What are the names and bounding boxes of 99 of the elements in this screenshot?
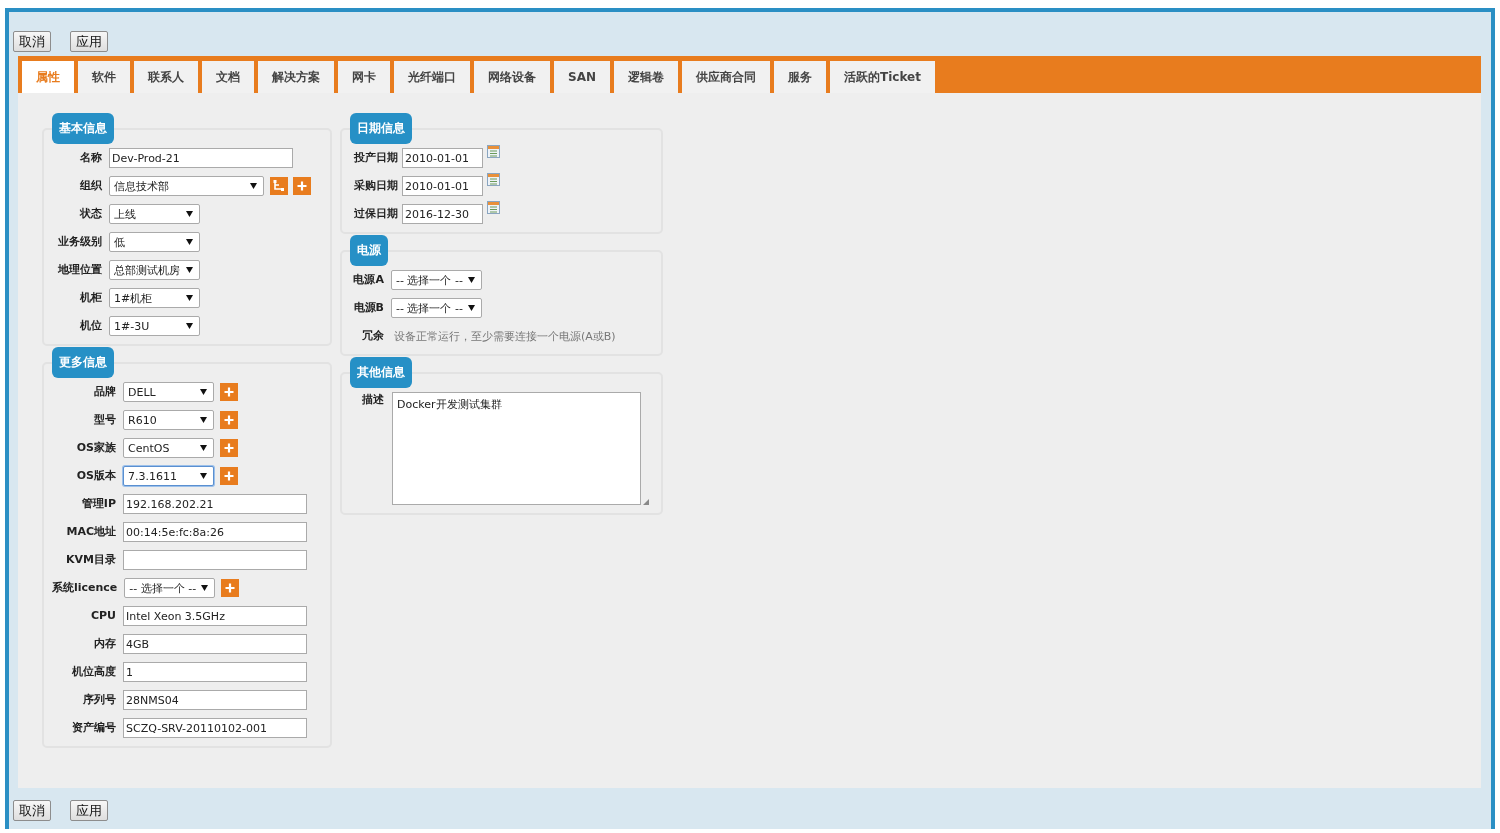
dropdown[interactable]: 总部测试机房 <box>109 260 200 280</box>
field-label: 系统licence <box>52 580 118 596</box>
field-label: 采购日期 <box>353 178 398 194</box>
cancel-button[interactable]: 取消 <box>13 31 51 52</box>
dropdown[interactable]: 7.3.1611 <box>123 466 214 486</box>
add-icon[interactable] <box>220 411 238 429</box>
field-label: 型号 <box>93 412 116 428</box>
dropdown[interactable]: 信息技术部 <box>109 176 264 196</box>
tab[interactable]: 光纤端口 <box>394 61 470 93</box>
calendar-icon[interactable] <box>487 201 500 214</box>
tab[interactable]: 网络设备 <box>474 61 550 93</box>
dropdown[interactable]: DELL <box>123 382 214 402</box>
dropdown-caret-icon <box>200 445 207 451</box>
dropdown[interactable]: 1#机柜 <box>109 288 200 308</box>
field-label: 机位高度 <box>71 664 116 680</box>
dropdown[interactable]: -- 选择一个 -- <box>391 270 482 290</box>
tab[interactable]: 逻辑卷 <box>614 61 678 93</box>
dropdown[interactable]: 低 <box>109 232 200 252</box>
dropdown[interactable]: 1#-3U <box>109 316 200 336</box>
tab[interactable]: 服务 <box>774 61 826 93</box>
redundancy-note: 设备正常运行，至少需要连接一个电源(A或B) <box>394 328 616 344</box>
field-label: 投产日期 <box>353 150 398 166</box>
tab[interactable]: 网卡 <box>338 61 390 93</box>
tab[interactable]: SAN <box>554 61 610 93</box>
resize-grip-icon[interactable] <box>643 499 649 505</box>
text-field[interactable]: Dev-Prod-21 <box>109 148 293 168</box>
text-field[interactable]: SCZQ-SRV-20110102-001 <box>123 718 307 738</box>
section-title: 电源 <box>350 235 388 266</box>
dropdown-caret-icon <box>186 239 193 245</box>
field-label: MAC地址 <box>65 524 116 540</box>
field-label: 品牌 <box>93 384 116 400</box>
field-label: OS版本 <box>75 468 116 484</box>
dropdown[interactable]: 上线 <box>109 204 200 224</box>
dropdown[interactable]: CentOS <box>123 438 214 458</box>
section-title: 日期信息 <box>350 113 412 144</box>
add-icon[interactable] <box>220 467 238 485</box>
tab[interactable]: 供应商合同 <box>682 61 770 93</box>
section-title: 基本信息 <box>52 113 114 144</box>
dropdown-caret-icon <box>200 389 207 395</box>
field-label: 电源B <box>352 300 384 316</box>
field-label: 资产编号 <box>71 720 116 736</box>
apply-button[interactable]: 应用 <box>70 800 108 821</box>
field-label: 管理IP <box>80 496 116 512</box>
field-label: 描述 <box>361 392 384 408</box>
dropdown-caret-icon <box>186 211 193 217</box>
text-field[interactable] <box>123 550 307 570</box>
field-label: KVM目录 <box>65 552 116 568</box>
text-field[interactable]: 28NMS04 <box>123 690 307 710</box>
cancel-button[interactable]: 取消 <box>13 800 51 821</box>
date-field[interactable]: 2016-12-30 <box>402 204 483 224</box>
text-field[interactable]: Intel Xeon 3.5GHz <box>123 606 307 626</box>
text-field[interactable]: 1 <box>123 662 307 682</box>
dropdown-caret-icon <box>468 305 475 311</box>
description-field[interactable]: Docker开发测试集群 <box>392 392 641 505</box>
field-label: 过保日期 <box>353 206 398 222</box>
dropdown-caret-icon <box>200 417 207 423</box>
field-label: 电源A <box>352 272 384 288</box>
tab[interactable]: 活跃的Ticket <box>830 61 935 93</box>
add-icon[interactable] <box>293 177 311 195</box>
calendar-icon[interactable] <box>487 173 500 186</box>
tab[interactable]: 解决方案 <box>258 61 334 93</box>
field-label: 内存 <box>93 636 116 652</box>
dropdown-caret-icon <box>186 267 193 273</box>
field-label: 机柜 <box>79 290 102 306</box>
dropdown-caret-icon <box>200 473 207 479</box>
hierarchy-icon[interactable] <box>270 177 288 195</box>
field-label: CPU <box>89 608 116 624</box>
field-label: 业务级别 <box>57 234 102 250</box>
add-icon[interactable] <box>221 579 240 597</box>
dropdown-caret-icon <box>186 323 193 329</box>
field-label: 冗余 <box>361 328 384 344</box>
text-field[interactable]: 192.168.202.21 <box>123 494 307 514</box>
text-field[interactable]: 00:14:5e:fc:8a:26 <box>123 522 307 542</box>
apply-button[interactable]: 应用 <box>70 31 108 52</box>
field-label: OS家族 <box>75 440 116 456</box>
add-icon[interactable] <box>220 383 238 401</box>
tab[interactable]: 软件 <box>78 61 130 93</box>
field-label: 名称 <box>79 150 102 166</box>
calendar-icon[interactable] <box>487 145 500 158</box>
field-label: 状态 <box>78 206 102 222</box>
section-title: 其他信息 <box>350 357 412 388</box>
add-icon[interactable] <box>220 439 238 457</box>
field-label: 组织 <box>79 178 102 194</box>
dropdown-caret-icon <box>468 277 475 283</box>
date-field[interactable]: 2010-01-01 <box>402 148 483 168</box>
dropdown-caret-icon <box>250 183 257 189</box>
text-field[interactable]: 4GB <box>123 634 307 654</box>
dropdown[interactable]: -- 选择一个 -- <box>124 578 216 598</box>
tab[interactable]: 联系人 <box>134 61 198 93</box>
field-label: 序列号 <box>82 692 116 708</box>
tab[interactable]: 文档 <box>202 61 254 93</box>
field-label: 地理位置 <box>57 262 102 278</box>
dropdown-caret-icon <box>201 585 209 591</box>
date-field[interactable]: 2010-01-01 <box>402 176 483 196</box>
section-title: 更多信息 <box>52 347 114 378</box>
dropdown[interactable]: -- 选择一个 -- <box>391 298 482 318</box>
dropdown[interactable]: R610 <box>123 410 214 430</box>
field-label: 机位 <box>79 318 102 334</box>
dropdown-caret-icon <box>186 295 193 301</box>
